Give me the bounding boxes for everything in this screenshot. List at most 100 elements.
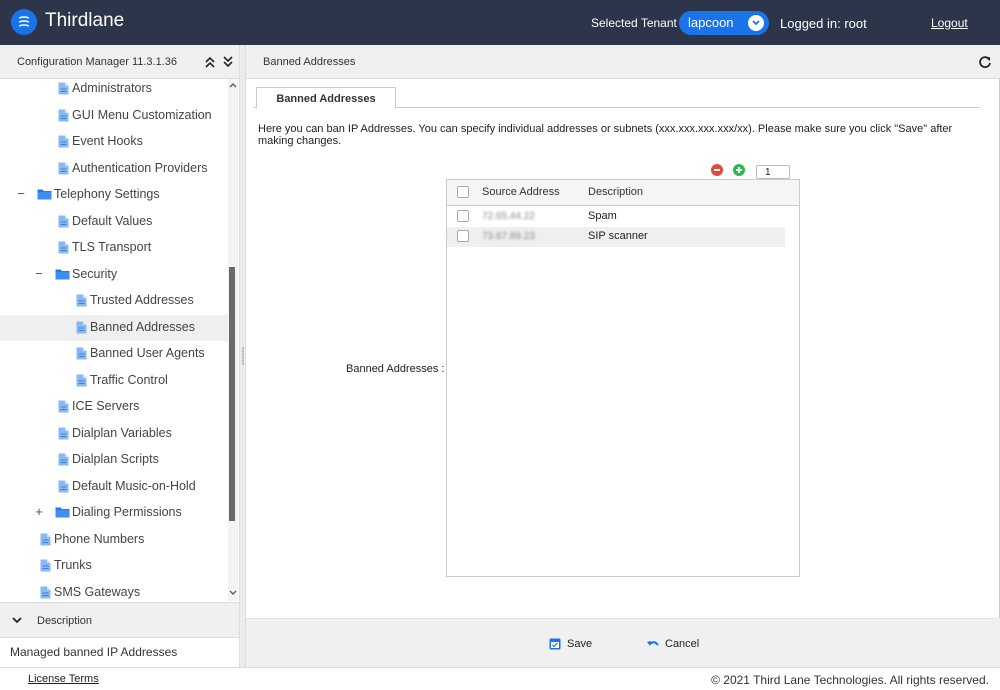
save-label: Save [567,638,593,650]
page-icon [58,427,69,443]
sidebar-item-ice-servers[interactable]: ICE Servers [0,394,228,420]
tenant-select[interactable]: lapcoon [679,11,769,35]
sidebar-item-banned-addresses[interactable]: Banned Addresses [0,314,228,341]
banned-addresses-label: Banned Addresses : [346,363,445,375]
folder-icon [55,506,70,521]
collapse-toggle-icon[interactable]: − [16,186,26,201]
page-icon [58,215,69,231]
page-number-input[interactable] [756,165,790,179]
brand-name: Thirdlane [45,10,125,31]
copyright-text: © 2021 Third Lane Technologies. All righ… [711,673,989,687]
sidebar-item-label: Banned Addresses [90,319,195,334]
remove-row-button[interactable] [711,164,723,176]
sidebar-item-trusted-addresses[interactable]: Trusted Addresses [0,288,228,314]
sidebar-item-label: Banned User Agents [90,346,205,360]
sidebar-item-dialplan-scripts[interactable]: Dialplan Scripts [0,447,228,473]
page-icon [58,453,69,469]
refresh-icon[interactable] [978,55,992,69]
description-panel-header[interactable]: Description [0,602,239,638]
sidebar-item-default-values[interactable]: Default Values [0,209,228,235]
sidebar-item-label: Trunks [54,558,92,572]
sidebar-item-event-hooks[interactable]: Event Hooks [0,129,228,155]
navigation-panel: Configuration Manager 11.3.1.36 Administ… [0,45,240,667]
config-manager-header: Configuration Manager 11.3.1.36 [0,45,240,79]
page-icon [76,294,87,310]
sidebar-item-traffic-control[interactable]: Traffic Control [0,368,228,394]
scrollbar-thumb[interactable] [229,267,235,521]
expand-all-icon[interactable] [222,55,234,69]
top-bar: Thirdlane Selected Tenant : lapcoon Logg… [0,0,1000,45]
sidebar-item-trunks[interactable]: Trunks [0,553,228,579]
logout-link[interactable]: Logout [931,16,968,30]
splitter-grip-icon [242,347,244,365]
sidebar-item-label: ICE Servers [72,399,140,413]
sidebar-item-sms-gateways[interactable]: SMS Gateways [0,580,228,602]
sidebar-item-label: Dialing Permissions [72,505,182,519]
table-row[interactable]: 73.67.89.23 SIP scanner [447,227,785,247]
tenant-value: lapcoon [688,15,734,30]
sidebar-item-administrators[interactable]: Administrators [0,79,228,102]
row-checkbox[interactable] [457,210,469,222]
sidebar-item-authentication-providers[interactable]: Authentication Providers [0,156,228,182]
add-row-button[interactable] [733,164,745,176]
page-icon [58,135,69,151]
source-address-cell: 72.65.44.22 [482,211,535,222]
license-terms-link[interactable]: License Terms [28,673,99,685]
tab-banned-addresses[interactable]: Banned Addresses [256,87,396,109]
grid-header: Source Address Description [447,180,799,206]
row-checkbox[interactable] [457,230,469,242]
sidebar-item-default-music-on-hold[interactable]: Default Music-on-Hold [0,474,228,500]
expand-toggle-icon[interactable]: + [34,504,44,519]
panel-splitter[interactable] [239,45,246,667]
sidebar-item-label: Phone Numbers [54,531,145,546]
sidebar-item-label: Administrators [72,81,152,95]
sidebar-item-label: TLS Transport [72,240,152,254]
sidebar-item-tls-transport[interactable]: TLS Transport [0,235,228,261]
column-header-source-address[interactable]: Source Address [482,186,560,198]
main-panel: Banned Addresses Banned Addresses Here y… [246,45,1000,667]
navigation-tree: Administrators GUI Menu Customization Even… [0,79,228,601]
sidebar-item-label: Dialplan Scripts [72,452,159,466]
sidebar-item-label: Default Values [72,213,153,228]
sidebar-item-label: Dialplan Variables [72,425,172,440]
page-title: Banned Addresses [263,56,356,68]
sidebar-item-dialplan-variables[interactable]: Dialplan Variables [0,421,228,447]
config-manager-title: Configuration Manager 11.3.1.36 [17,56,178,68]
description-cell: SIP scanner [588,230,648,242]
sidebar-item-label: SMS Gateways [54,584,141,599]
sidebar-item-telephony-settings[interactable]: − Telephony Settings [0,182,228,208]
sidebar-item-banned-user-agents[interactable]: Banned User Agents [0,341,228,367]
sidebar-item-label: Security [72,266,118,281]
main-header: Banned Addresses [246,45,1000,79]
page-icon [76,347,87,363]
collapse-all-icon[interactable] [204,55,216,69]
page-icon [76,374,87,390]
chevron-down-icon [12,617,22,624]
footer: License Terms © 2021 Third Lane Technolo… [0,667,1000,690]
column-header-description[interactable]: Description [588,186,643,198]
collapse-toggle-icon[interactable]: − [34,266,44,281]
sidebar-item-label: Event Hooks [72,134,143,148]
sidebar-item-label: Authentication Providers [72,160,208,175]
sidebar-item-label: Traffic Control [90,372,168,387]
page-icon [40,559,51,575]
save-icon [549,638,561,650]
sidebar-item-label: Telephony Settings [54,187,160,201]
table-row[interactable]: 72.65.44.22 Spam [447,207,785,227]
sidebar-item-dialing-permissions[interactable]: + Dialing Permissions [0,500,228,526]
scroll-up-icon[interactable] [228,81,238,91]
undo-icon [647,641,659,646]
sidebar-item-gui-menu-customization[interactable]: GUI Menu Customization [0,103,228,129]
sidebar-item-security[interactable]: − Security [0,262,228,288]
scroll-down-icon[interactable] [228,587,238,597]
page-icon [58,480,69,496]
sidebar-item-label: GUI Menu Customization [72,107,212,122]
banned-addresses-grid: Source Address Description 72.65.44.22 S… [446,179,800,577]
page-icon [58,109,69,125]
select-all-checkbox[interactable] [457,186,469,198]
page-icon [40,586,51,602]
page-icon [58,241,69,257]
sidebar-item-phone-numbers[interactable]: Phone Numbers [0,527,228,553]
page-icon [40,533,51,549]
tenant-label: Selected Tenant : [591,16,684,30]
